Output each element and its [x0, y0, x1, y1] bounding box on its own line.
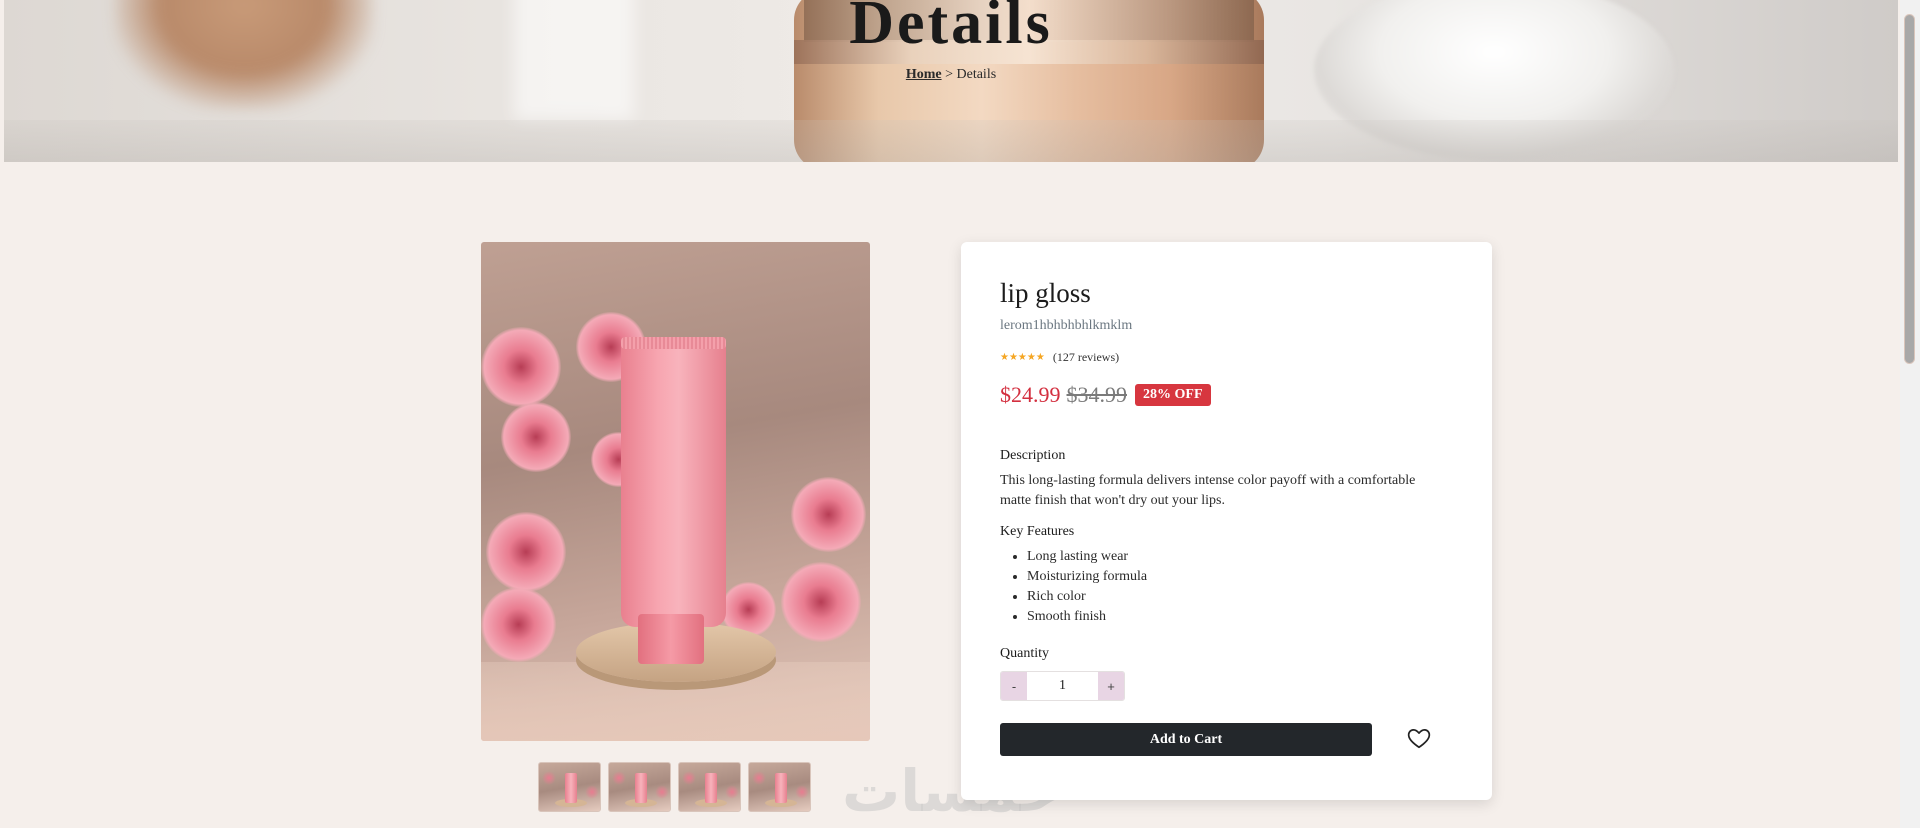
breadcrumb: Home > Details [4, 67, 1898, 83]
feature-item: Moisturizing formula [1027, 567, 1147, 587]
breadcrumb-separator: > [945, 67, 953, 82]
original-price: $34.99 [1066, 382, 1128, 407]
discount-badge: 28% OFF [1135, 384, 1211, 406]
thumbnail-3[interactable] [678, 762, 741, 812]
reviews-count[interactable]: (127 reviews) [1053, 350, 1119, 365]
thumbnail-1[interactable] [538, 762, 601, 812]
flower-decoration [501, 402, 571, 472]
product-title: lip gloss [1000, 278, 1091, 308]
add-to-cart-button[interactable]: Add to Cart [1000, 723, 1372, 756]
lip-gloss-tube-crimp [621, 337, 726, 349]
description-heading: Description [1000, 448, 1066, 463]
price-row: $24.99 $34.99 28% OFF [1000, 382, 1211, 408]
lip-gloss-cap [638, 614, 704, 664]
breadcrumb-current: Details [956, 67, 997, 82]
feature-item: Rich color [1027, 587, 1147, 607]
quantity-increase-button[interactable]: + [1098, 672, 1124, 700]
thumb-flower [795, 785, 809, 799]
features-heading: Key Features [1000, 524, 1075, 539]
thumbnail-strip [538, 762, 811, 812]
thumbnail-4[interactable] [748, 762, 811, 812]
heart-icon[interactable] [1406, 725, 1432, 751]
lip-gloss-tube [621, 337, 726, 627]
feature-item: Smooth finish [1027, 607, 1147, 627]
hero-bg-shelf [4, 120, 1898, 162]
quantity-stepper: - 1 + [1000, 671, 1125, 701]
scrollbar-thumb[interactable] [1904, 14, 1915, 364]
features-list: Long lasting wear Moisturizing formula R… [1027, 547, 1147, 627]
page-scrollbar[interactable] [1900, 0, 1920, 828]
flower-decoration [486, 512, 566, 592]
feature-item: Long lasting wear [1027, 547, 1147, 567]
thumb-flower [725, 785, 739, 799]
thumbnail-2[interactable] [608, 762, 671, 812]
thumb-flower [585, 785, 599, 799]
thumb-tube [705, 773, 717, 803]
breadcrumb-home-link[interactable]: Home [906, 67, 942, 82]
product-description: This long-lasting formula delivers inten… [1000, 473, 1416, 508]
product-sku: lerom1hbhbhbhlkmklm [1000, 318, 1133, 333]
page-title: Details [849, 0, 1053, 57]
thumb-flower [655, 785, 669, 799]
thumb-tube [635, 773, 647, 803]
current-price: $24.99 [1000, 382, 1061, 407]
quantity-decrease-button[interactable]: - [1001, 672, 1027, 700]
thumb-flower [612, 771, 626, 785]
product-main-image[interactable] [481, 242, 870, 741]
product-rating: ★★★★★ (127 reviews) [1000, 350, 1119, 365]
thumb-flower [752, 771, 766, 785]
thumb-flower [542, 771, 556, 785]
quantity-input[interactable]: 1 [1027, 672, 1098, 700]
flower-decoration [481, 587, 556, 662]
flower-decoration [781, 562, 861, 642]
flower-decoration [481, 327, 561, 407]
quantity-label: Quantity [1000, 646, 1049, 661]
rating-stars-icon: ★★★★★ [1000, 352, 1045, 363]
thumb-tube [775, 773, 787, 803]
thumb-tube [565, 773, 577, 803]
thumb-flower [682, 771, 696, 785]
hero-banner: Details Home > Details [4, 0, 1898, 162]
flower-decoration [791, 477, 866, 552]
product-details-card: lip gloss lerom1hbhbhbhlkmklm ★★★★★ (127… [961, 242, 1492, 800]
